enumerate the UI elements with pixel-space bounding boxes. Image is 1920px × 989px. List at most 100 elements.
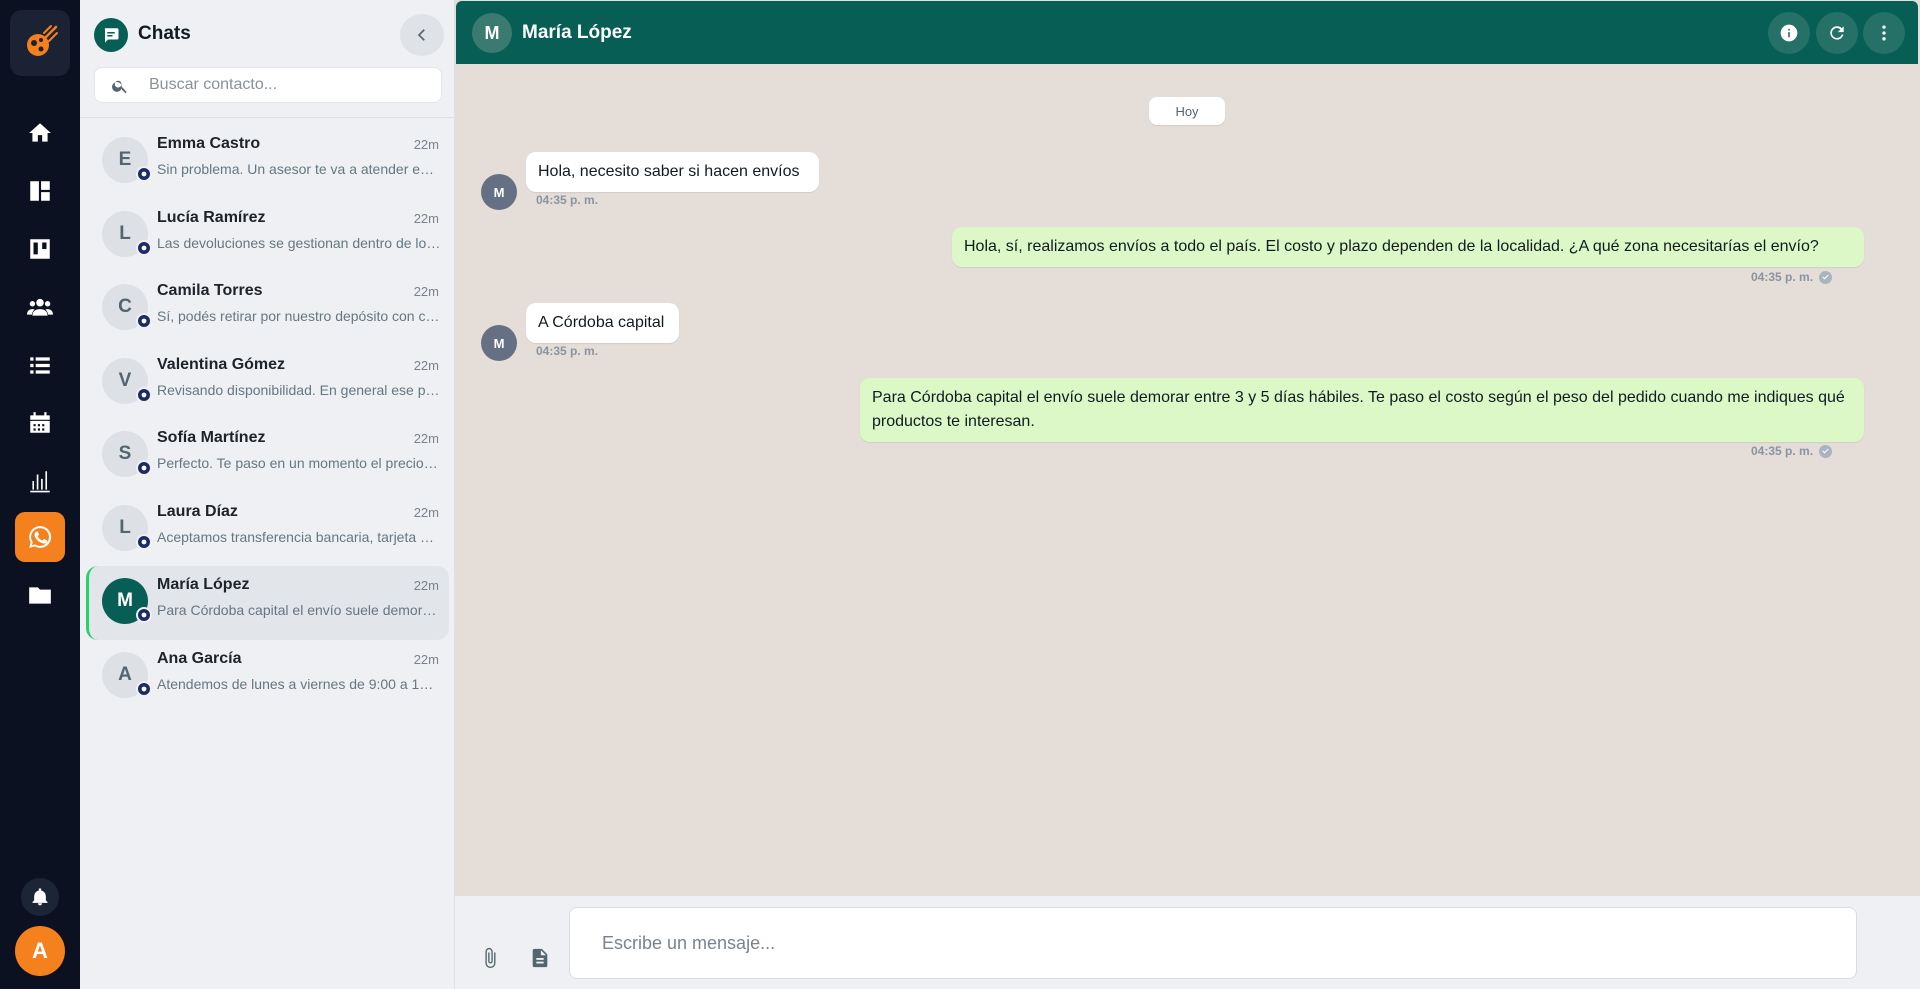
home-icon <box>29 123 51 142</box>
message-bubble-incoming: Hola, necesito saber si hacen envíos <box>526 152 819 192</box>
channel-badge-icon <box>136 386 152 403</box>
chat-time: 22m <box>413 431 439 446</box>
channel-badge-icon <box>136 313 152 329</box>
message-bubble-incoming: A Córdoba capital <box>526 303 679 343</box>
chats-title: Chats <box>138 23 191 44</box>
chat-time: 22m <box>413 651 439 667</box>
contact-name: María López <box>157 576 250 593</box>
kanban-board-icon <box>30 239 50 259</box>
chat-preview: Sin problema. Un asesor te va a atender … <box>157 161 441 177</box>
delivered-check-icon <box>1819 270 1833 284</box>
channel-badge-icon <box>136 680 152 697</box>
message-avatar: M <box>481 325 517 361</box>
channel-badge-icon <box>136 239 152 256</box>
info-icon <box>1780 24 1798 42</box>
folder-icon <box>29 587 51 604</box>
message-bubble-outgoing: Hola, sí, realizamos envíos a todo el pa… <box>952 227 1864 267</box>
chat-preview: Atendemos de lunes a viernes de 9:00 a 1… <box>157 675 441 692</box>
channel-badge-icon <box>136 166 152 182</box>
nav-folder[interactable] <box>15 570 65 620</box>
message-bubble-outgoing: Para Córdoba capital el envío suele demo… <box>860 378 1864 442</box>
nav-contacts[interactable] <box>15 282 65 332</box>
list-icon <box>30 357 50 374</box>
attach-button[interactable] <box>476 944 504 972</box>
chat-time: 22m <box>413 504 439 520</box>
more-vertical-icon <box>1882 25 1886 41</box>
nav-calendar[interactable] <box>15 398 65 448</box>
chat-item[interactable]: V Valentina Gómez 22m Revisando disponib… <box>86 346 449 420</box>
chat-time: 22m <box>413 137 439 152</box>
message-time: 04:35 p. m. <box>1751 270 1814 284</box>
message-meta: 04:35 p. m. <box>1751 444 1833 458</box>
chat-item[interactable]: A Ana García 22m Atendemos de lunes a vi… <box>86 640 449 714</box>
contacts-group-icon <box>27 298 53 316</box>
chat-preview: Para Córdoba capital el envío suele demo… <box>157 602 441 618</box>
message-composer <box>455 896 1920 989</box>
nav-kanban[interactable] <box>15 224 65 274</box>
notifications-button[interactable] <box>21 878 59 916</box>
dashboard-icon <box>30 181 50 201</box>
chat-time: 22m <box>413 284 439 299</box>
message-avatar: M <box>481 174 517 210</box>
chat-preview: Aceptamos transferencia bancaria, tarjet… <box>157 528 441 545</box>
channel-badge-icon <box>136 460 152 476</box>
rocket-logo-icon[interactable] <box>10 10 70 76</box>
contact-name: Ana García <box>157 649 242 667</box>
chat-list-panel: Chats E Emma Castro 22m Sin problema. Un… <box>80 0 455 989</box>
message-time: 04:35 p. m. <box>536 344 599 358</box>
channel-badge-icon <box>136 607 152 623</box>
collapse-panel-button[interactable] <box>400 14 444 56</box>
nav-whatsapp[interactable] <box>15 512 65 562</box>
search-box <box>94 67 442 103</box>
reports-chart-icon <box>30 471 50 493</box>
chat-preview: Perfecto. Te paso en un momento el preci… <box>157 455 441 471</box>
app-nav-rail: A <box>0 0 80 989</box>
delivered-check-icon <box>1819 444 1833 458</box>
channel-badge-icon <box>136 533 152 550</box>
message-time: 04:35 p. m. <box>536 193 599 207</box>
nav-dashboard[interactable] <box>15 166 65 216</box>
chat-list: E Emma Castro 22m Sin problema. Un aseso… <box>80 125 455 713</box>
document-icon <box>532 948 548 968</box>
search-input[interactable] <box>149 68 429 102</box>
conversation-pane: M María López Hoy M Hola, necesito saber… <box>455 0 1920 989</box>
chat-item[interactable]: C Camila Torres 22m Sí, podés retirar po… <box>86 272 449 346</box>
contact-avatar[interactable]: M <box>472 13 512 53</box>
chat-time: 22m <box>413 578 439 593</box>
contact-name: Camila Torres <box>157 282 263 299</box>
contact-name: Laura Díaz <box>157 502 238 520</box>
contact-name: Emma Castro <box>157 135 261 152</box>
contact-info-button[interactable] <box>1768 12 1810 54</box>
chat-item[interactable]: L Laura Díaz 22m Aceptamos transferencia… <box>86 493 449 567</box>
chat-time: 22m <box>413 357 439 373</box>
more-options-button[interactable] <box>1863 12 1905 54</box>
message-input[interactable] <box>602 908 1822 978</box>
message-meta: 04:35 p. m. <box>1751 270 1833 284</box>
contact-name: Lucía Ramírez <box>157 208 266 226</box>
message-time: 04:35 p. m. <box>1751 444 1814 458</box>
chat-bubble-icon <box>94 18 128 52</box>
contact-name: Valentina Gómez <box>157 355 286 373</box>
chat-preview: Las devoluciones se gestionan dentro de … <box>157 234 441 251</box>
chat-item[interactable]: S Sofía Martínez 22m Perfecto. Te paso e… <box>86 419 449 493</box>
template-button[interactable] <box>526 944 554 972</box>
chevron-left-icon <box>417 29 425 41</box>
chat-preview: Sí, podés retirar por nuestro depósito c… <box>157 308 441 324</box>
chat-preview: Revisando disponibilidad. En general ese… <box>157 381 441 398</box>
user-avatar[interactable]: A <box>15 926 65 976</box>
nav-reports[interactable] <box>15 456 65 506</box>
nav-home[interactable] <box>15 108 65 158</box>
refresh-icon <box>1830 26 1844 40</box>
chat-item[interactable]: E Emma Castro 22m Sin problema. Un aseso… <box>86 125 449 199</box>
calendar-icon <box>30 412 50 433</box>
chat-item[interactable]: L Lucía Ramírez 22m Las devoluciones se … <box>86 199 449 273</box>
conversation-header: M María López <box>456 1 1918 64</box>
chat-item-active[interactable]: M María López 22m Para Córdoba capital e… <box>86 566 449 640</box>
nav-list[interactable] <box>15 340 65 390</box>
contact-name[interactable]: María López <box>522 22 632 44</box>
day-separator: Hoy <box>1149 97 1225 125</box>
search-icon <box>112 80 127 94</box>
refresh-button[interactable] <box>1816 12 1858 54</box>
contact-name: Sofía Martínez <box>157 429 266 446</box>
whatsapp-icon <box>29 526 52 548</box>
